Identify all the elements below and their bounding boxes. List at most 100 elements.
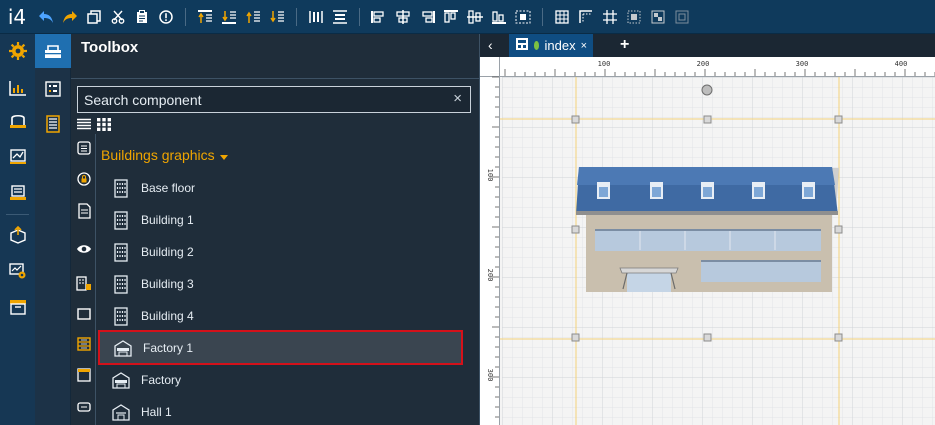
bring-front-icon[interactable] [195, 7, 215, 27]
toolbar-separator [296, 7, 297, 26]
caret-down-icon [219, 147, 228, 163]
add-tab-icon[interactable]: + [620, 36, 629, 54]
toolbox-tab-icon[interactable] [35, 34, 71, 68]
settings-gear-icon[interactable] [0, 36, 35, 66]
component-item[interactable]: Hall 1 [111, 396, 461, 425]
ruler-y-label: 100 [486, 169, 494, 182]
grid-icon[interactable] [552, 7, 572, 27]
design-canvas[interactable]: 100 200 300 400 100 200 300 [480, 57, 935, 425]
ungroup-icon[interactable] [672, 7, 692, 27]
main-rail [0, 34, 35, 425]
component-label: Hall 1 [141, 405, 172, 419]
category-label: Buildings graphics [101, 147, 215, 163]
upload-box-icon[interactable] [0, 220, 35, 250]
page-icon [515, 37, 529, 54]
ruler-x-label: 200 [697, 60, 710, 68]
window-category-icon[interactable] [76, 306, 92, 322]
align-left-icon[interactable] [369, 7, 389, 27]
archive-icon[interactable] [0, 292, 35, 322]
table-category-icon[interactable] [76, 336, 92, 352]
align-right-icon[interactable] [417, 7, 437, 27]
component-item[interactable]: Base floor [111, 172, 461, 204]
frame-category-icon[interactable] [76, 367, 92, 383]
properties-tab-icon[interactable] [35, 72, 71, 106]
snap-objects-icon[interactable] [624, 7, 644, 27]
canvas-surface[interactable]: 100 200 300 400 100 200 300 [480, 57, 935, 425]
eye-category-icon[interactable] [76, 241, 92, 257]
clear-search-icon[interactable]: × [453, 90, 462, 107]
toolbar-separator [185, 7, 186, 26]
toolbox-divider [71, 78, 480, 79]
info-icon[interactable] [156, 7, 176, 27]
tab-label: index [544, 38, 576, 53]
center-canvas-icon[interactable] [513, 7, 533, 27]
editor-tabbar: ‹ index × + [480, 34, 935, 57]
search-box: × [77, 86, 471, 113]
category-buildings-graphics[interactable]: Buildings graphics [101, 147, 228, 163]
trend-icon[interactable] [0, 142, 35, 172]
toolbox-panel: Toolbox × [71, 34, 480, 425]
distribute-horizontal-icon[interactable] [306, 7, 326, 27]
component-label: Factory [141, 373, 182, 387]
component-item[interactable]: Building 4 [111, 300, 461, 332]
align-middle-icon[interactable] [465, 7, 485, 27]
component-label: Building 4 [141, 309, 194, 323]
pages-tab-icon[interactable] [35, 107, 71, 141]
component-item[interactable]: Factory [111, 364, 461, 396]
tab-close-icon[interactable]: × [581, 40, 587, 52]
ruler-y-label: 200 [486, 269, 494, 282]
tab-index[interactable]: index × [509, 34, 593, 57]
chart-icon[interactable] [0, 73, 35, 103]
component-item[interactable]: Building 1 [111, 204, 461, 236]
undo-icon[interactable] [36, 7, 56, 27]
ruler-x-label: 300 [796, 60, 809, 68]
component-label: Building 3 [141, 277, 194, 291]
report-icon[interactable] [0, 178, 35, 208]
send-backward-icon[interactable] [267, 7, 287, 27]
send-back-icon[interactable] [219, 7, 239, 27]
align-bottom-icon[interactable] [489, 7, 509, 27]
toolbox-title: Toolbox [81, 39, 139, 56]
building-icon [111, 178, 131, 198]
tab-scroll-left-icon[interactable]: ‹ [488, 37, 493, 53]
snap-grid-icon[interactable] [600, 7, 620, 27]
bring-forward-icon[interactable] [243, 7, 263, 27]
rotate-handle[interactable] [701, 84, 713, 96]
building-icon [111, 210, 131, 230]
cut-icon[interactable] [108, 7, 128, 27]
factory-icon [111, 370, 131, 390]
category-rail [71, 134, 96, 425]
document-category-icon[interactable] [76, 203, 92, 219]
rail-separator [6, 214, 29, 215]
component-item[interactable]: Building 2 [111, 236, 461, 268]
search-input[interactable] [78, 87, 438, 112]
component-item[interactable]: Factory 1 [98, 330, 463, 365]
component-item[interactable]: Building 3 [111, 268, 461, 300]
building-icon [111, 274, 131, 294]
grid-view-icon[interactable] [97, 118, 111, 136]
app-window: i4 Toolbox Search component × Buildings … [0, 0, 935, 425]
copy-icon[interactable] [84, 7, 104, 27]
ruler-x-label: 400 [895, 60, 908, 68]
component-label: Base floor [141, 181, 196, 195]
redo-icon[interactable] [60, 7, 80, 27]
snap-corner-icon[interactable] [576, 7, 596, 27]
lock-category-icon[interactable] [76, 171, 92, 187]
link-category-icon[interactable] [76, 399, 92, 415]
secondary-rail [35, 34, 71, 425]
monitor-settings-icon[interactable] [0, 256, 35, 286]
group-icon[interactable] [648, 7, 668, 27]
factory-icon [113, 338, 133, 358]
toolbar-separator [542, 7, 543, 26]
paste-icon[interactable] [132, 7, 152, 27]
component-label: Factory 1 [143, 340, 194, 355]
distribute-vertical-icon[interactable] [330, 7, 350, 27]
ruler-x-label: 100 [598, 60, 611, 68]
list-category-icon[interactable] [76, 140, 92, 156]
align-top-icon[interactable] [441, 7, 461, 27]
hall-icon [111, 402, 131, 422]
align-center-icon[interactable] [393, 7, 413, 27]
building-category-icon[interactable] [76, 275, 92, 291]
factory-graphic[interactable] [576, 167, 839, 292]
device-icon[interactable] [0, 106, 35, 136]
